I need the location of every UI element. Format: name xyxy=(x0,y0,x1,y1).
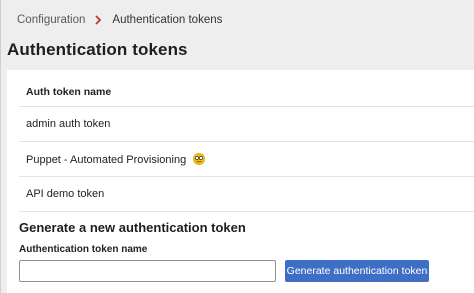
table-header-row: Auth token name xyxy=(19,78,474,107)
tokens-card: Auth token name admin auth token Puppet … xyxy=(7,70,474,293)
generate-token-button[interactable]: Generate authentication token xyxy=(285,260,429,282)
table-row[interactable]: admin auth token xyxy=(19,107,474,142)
token-name: Puppet - Automated Provisioning xyxy=(26,153,187,166)
breadcrumb-current: Authentication tokens xyxy=(112,14,223,26)
breadcrumb-configuration-link[interactable]: Configuration xyxy=(17,14,85,26)
token-name: admin auth token xyxy=(26,118,111,130)
token-name-field-label: Authentication token name xyxy=(19,244,148,255)
tokens-table: Auth token name admin auth token Puppet … xyxy=(19,78,474,212)
token-name: API demo token xyxy=(26,188,105,200)
token-name-cell: Puppet - Automated Provisioning xyxy=(19,152,206,166)
page-title: Authentication tokens xyxy=(7,40,188,59)
table-row[interactable]: Puppet - Automated Provisioning xyxy=(19,142,474,177)
generate-section-title: Generate a new authentication token xyxy=(19,220,246,235)
page: Configuration Authentication tokens Auth… xyxy=(0,0,474,293)
breadcrumb: Configuration Authentication tokens xyxy=(17,12,222,28)
chevron-right-icon xyxy=(92,12,106,28)
token-name-input[interactable] xyxy=(19,260,276,282)
nerd-face-emoji-icon xyxy=(193,152,206,165)
column-header-auth-token-name: Auth token name xyxy=(26,86,112,98)
table-row[interactable]: API demo token xyxy=(19,177,474,212)
